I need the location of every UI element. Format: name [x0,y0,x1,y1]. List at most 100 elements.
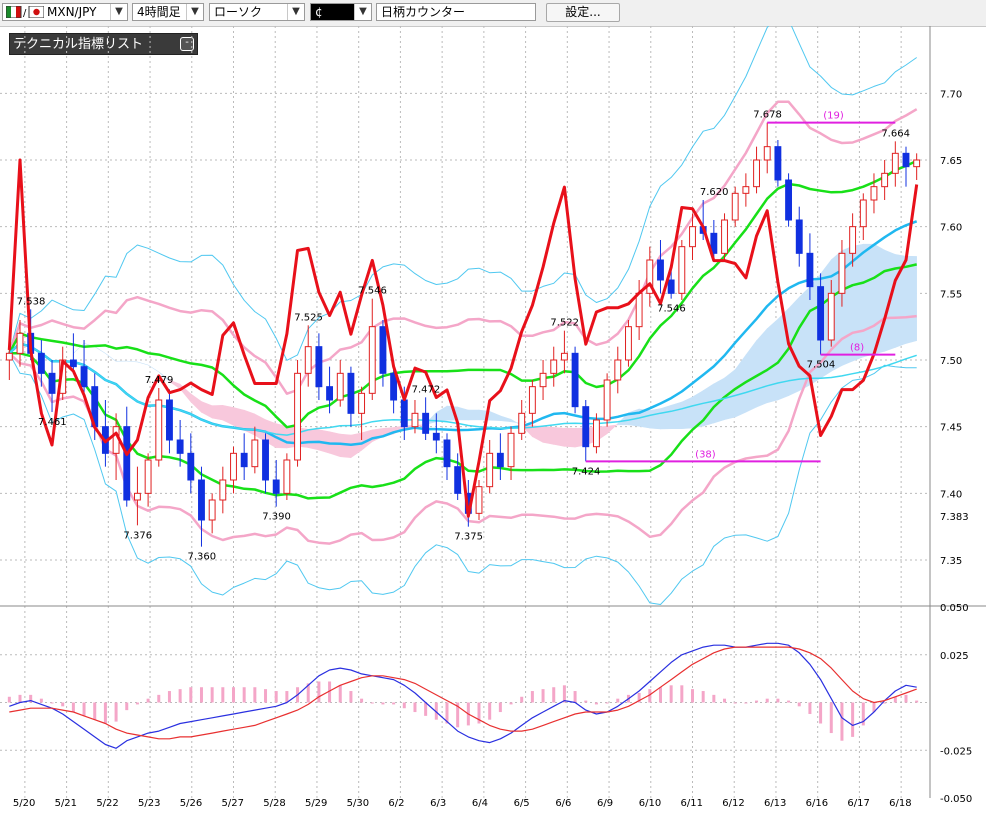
svg-text:/: / [23,8,27,18]
candle [817,286,825,341]
cloud-segment [147,364,159,373]
macd-histogram-bar [573,691,577,703]
macd-histogram-bar [541,689,545,703]
timeframe-label: 4時間足 [137,5,181,19]
price-label: 7.479 [145,375,174,386]
candle [347,372,355,414]
chevron-down-icon[interactable]: ▼ [186,4,203,20]
candle [486,452,494,488]
cloud-segment [211,405,224,421]
date-axis-label: 6/12 [722,798,744,809]
date-axis-label: 6/6 [555,798,571,809]
candle [849,226,857,254]
draw-tool-label: ¢ [315,5,323,19]
macd-histogram-bar [584,700,588,703]
candle [635,292,643,328]
macd-histogram-bar [381,702,385,705]
candle [187,452,195,481]
date-axis-label: 5/26 [180,798,202,809]
draw-tool-select[interactable]: ¢ ▼ [310,3,372,21]
macd-axis-label: -0.025 [940,746,972,757]
chevron-down-icon[interactable]: ▼ [110,4,127,20]
candle [379,326,387,374]
cloud-segment [532,425,544,443]
macd-histogram-bar [915,700,919,703]
macd-histogram-bar [691,689,694,703]
macd-histogram-bar [594,702,598,705]
macd-histogram-bar [669,685,673,703]
macd-histogram-bar [253,687,257,703]
macd-histogram-bar [488,702,492,720]
date-axis-label: 5/22 [96,798,118,809]
date-axis-label: 6/17 [847,798,869,809]
cloud-segment [862,243,875,358]
candle [550,359,558,374]
cloud-segment [243,409,256,436]
macd-histogram-bar [82,702,86,716]
candle [870,186,878,201]
toolbar: / MXN/JPY ▼ 4時間足 ▼ ローソク ▼ ¢ ▼ 日柄カウンター 設定… [0,0,986,27]
macd-histogram-bar [840,702,844,741]
date-axis-label: 5/27 [222,798,244,809]
cloud-segment [307,428,320,451]
candle [411,412,419,428]
macd-histogram-bar [733,702,737,704]
candle [913,159,921,168]
date-axis-label: 5/28 [263,798,285,809]
candle [48,372,56,394]
price-label: 7.375 [454,532,483,543]
settings-button[interactable]: 設定... [546,3,620,22]
candle [592,419,600,448]
cloud-segment [489,410,501,421]
macd-histogram-bar [520,696,524,703]
price-label: 7.538 [17,296,46,307]
candle [603,379,611,421]
cloud-segment [905,255,917,344]
candle [539,372,547,388]
cloud-segment [542,426,555,445]
symbol-select[interactable]: / MXN/JPY ▼ [2,3,128,21]
candle [304,346,312,374]
cloud-segment [606,423,619,435]
date-axis-label: 6/11 [681,798,703,809]
macd-histogram-bar [71,702,75,713]
macd-histogram-bar [264,689,268,703]
price-label: 7.376 [123,530,152,541]
macd-histogram-bar [413,702,417,713]
candle [891,152,899,174]
price-axis-label: 7.70 [940,89,962,100]
candle [657,259,664,281]
candle [144,459,152,494]
chevron-down-icon[interactable]: ▼ [354,4,371,20]
macd-histogram-bar [755,700,759,703]
macd-histogram-bar [146,698,150,703]
date-axis-label: 6/5 [514,798,530,809]
chevron-down-icon[interactable]: ▼ [287,4,304,20]
price-label: 7.360 [187,552,216,563]
candle [774,146,782,181]
candle [859,199,867,228]
candle [454,466,462,494]
day-counter-label: (38) [695,449,716,460]
candle [902,152,910,168]
macd-histogram-bar [178,689,182,703]
price-label: 7.546 [657,304,686,315]
date-axis-label: 6/3 [430,798,446,809]
counter-field[interactable]: 日柄カウンター [376,3,536,21]
candle [80,366,88,388]
price-axis-label: 7.35 [940,556,962,567]
macd-histogram-bar [883,702,887,704]
candle [721,219,728,254]
timeframe-select[interactable]: 4時間足 ▼ [132,3,204,21]
price-label: 7.390 [262,512,291,523]
candle [785,179,793,221]
candle [432,432,440,441]
signal-line [9,646,917,740]
price-label: 7.546 [358,286,387,297]
date-axis-label: 6/10 [639,798,661,809]
chart-style-select[interactable]: ローソク ▼ [209,3,305,21]
macd-histogram-bar [50,702,54,704]
date-axis-label: 5/23 [138,798,160,809]
macd-histogram-bar [157,694,161,703]
macd-histogram-bar [18,694,22,703]
